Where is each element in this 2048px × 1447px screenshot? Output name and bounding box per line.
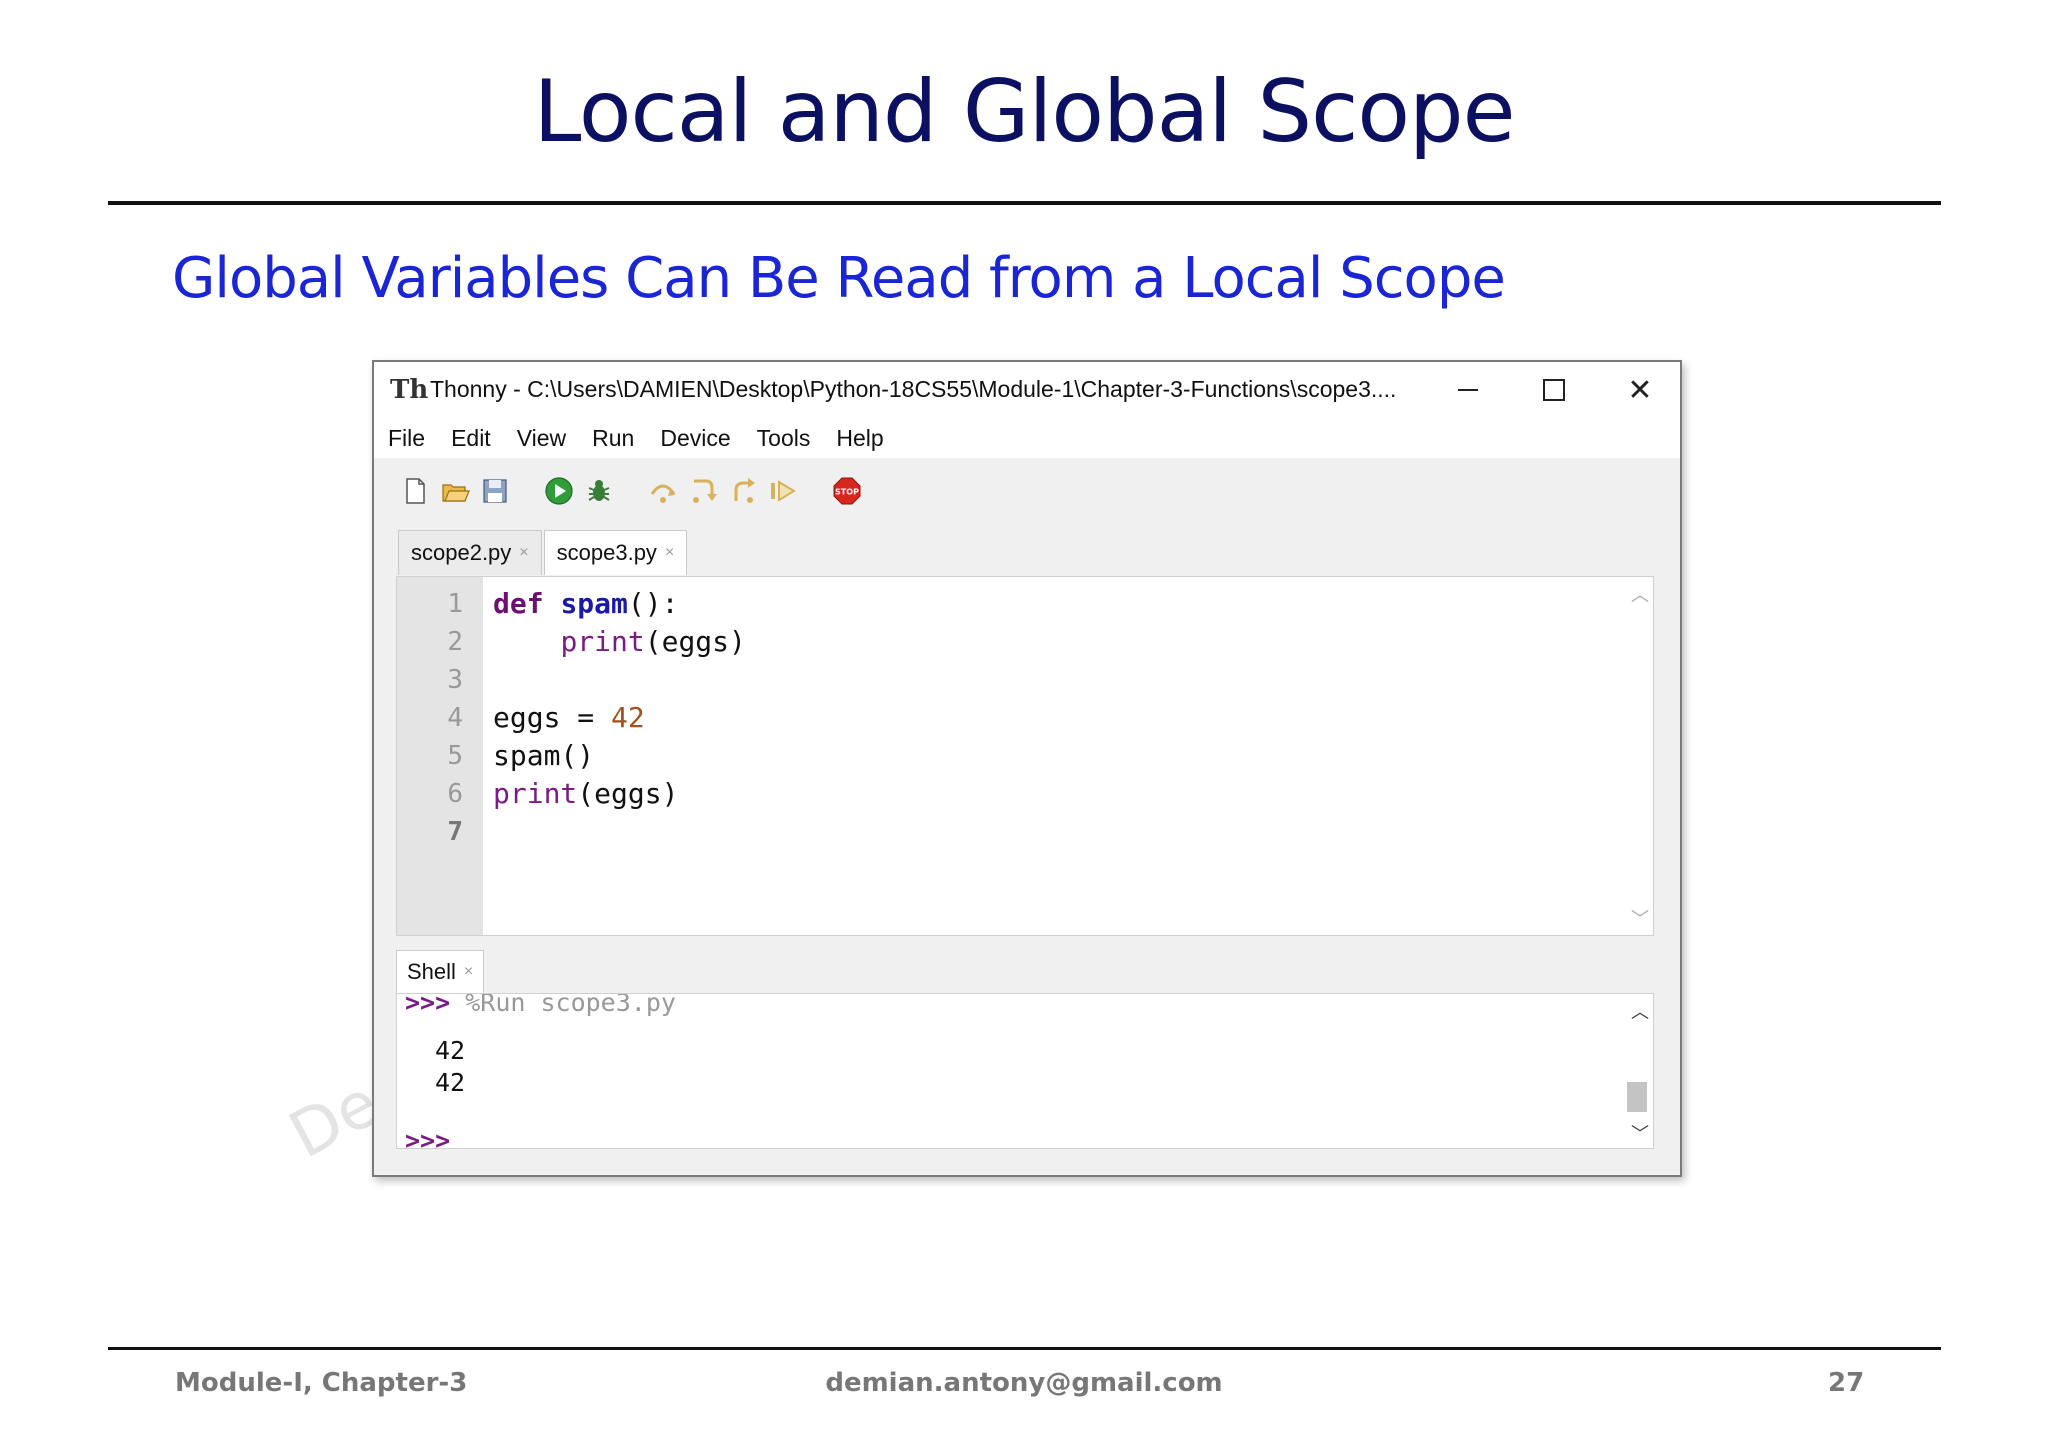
maximize-icon [1543, 379, 1565, 401]
scroll-down-icon[interactable]: ﹀ [1631, 905, 1649, 931]
maximize-button[interactable] [1514, 362, 1594, 418]
footer-email: demian.antony@gmail.com [825, 1368, 1223, 1398]
slide-title: Local and Global Scope [533, 62, 1515, 162]
slide-subtitle: Global Variables Can Be Read from a Loca… [172, 246, 1506, 311]
line-number: 2 [447, 627, 463, 657]
line-number: 5 [447, 741, 463, 771]
scroll-up-icon[interactable]: ︿ [1631, 998, 1649, 1024]
scroll-up-icon[interactable]: ︿ [1631, 581, 1649, 607]
shell-panel[interactable]: >>> %Run scope3.py 42 42 >>> ︿ ﹀ [396, 993, 1654, 1149]
toolbar: STOP [374, 458, 1680, 528]
step-into-icon[interactable] [688, 476, 718, 506]
line-number: 1 [447, 589, 463, 619]
tab-label: scope3.py [556, 540, 657, 565]
line-number: 4 [447, 703, 463, 733]
close-button[interactable]: ✕ [1600, 362, 1680, 418]
title-bar: Th Thonny - C:\Users\DAMIEN\Desktop\Pyth… [374, 362, 1680, 418]
debug-icon[interactable] [584, 476, 614, 506]
tab-scope3[interactable]: scope3.py × [543, 530, 688, 575]
scroll-down-icon[interactable]: ﹀ [1631, 1120, 1649, 1146]
tab-label: scope2.py [411, 540, 512, 565]
editor-tabs: scope2.py × scope3.py × [398, 530, 689, 576]
menu-edit[interactable]: Edit [451, 425, 491, 452]
scroll-thumb[interactable] [1627, 1082, 1647, 1112]
line-number: 6 [447, 779, 463, 809]
shell-prompt: >>> [405, 1126, 451, 1149]
run-icon[interactable] [544, 476, 574, 506]
code-line: eggs = 42 [493, 701, 645, 734]
page-number: 27 [1828, 1368, 1865, 1398]
tab-close-icon[interactable]: × [665, 544, 674, 562]
tab-close-icon[interactable]: × [464, 963, 473, 981]
shell-scrollbar[interactable]: ︿ ﹀ [1623, 994, 1653, 1148]
menu-view[interactable]: View [517, 425, 566, 452]
menu-tools[interactable]: Tools [757, 425, 811, 452]
new-file-icon[interactable] [400, 476, 430, 506]
line-number: 3 [447, 665, 463, 695]
tab-shell[interactable]: Shell × [396, 950, 485, 993]
window-title: Thonny - C:\Users\DAMIEN\Desktop\Python-… [430, 376, 1397, 402]
resume-icon[interactable] [768, 476, 798, 506]
thonny-window: Th Thonny - C:\Users\DAMIEN\Desktop\Pyth… [372, 360, 1682, 1177]
code-line: def spam(): [493, 587, 679, 620]
line-number: 7 [447, 817, 463, 847]
menu-device[interactable]: Device [660, 425, 730, 452]
save-icon[interactable] [480, 476, 510, 506]
menu-bar: File Edit View Run Device Tools Help [374, 418, 1680, 458]
minimize-icon [1458, 389, 1478, 391]
svg-text:STOP: STOP [835, 488, 859, 497]
close-icon: ✕ [1627, 373, 1653, 407]
editor-scrollbar[interactable]: ︿ ﹀ [1631, 577, 1653, 935]
tab-close-icon[interactable]: × [519, 544, 528, 562]
menu-run[interactable]: Run [592, 425, 634, 452]
code-line: print(eggs) [560, 625, 746, 658]
footer-divider [108, 1347, 1941, 1350]
open-file-icon[interactable] [440, 476, 470, 506]
shell-command-line: >>> %Run scope3.py [405, 993, 676, 1017]
code-line: print(eggs) [493, 777, 679, 810]
step-out-icon[interactable] [728, 476, 758, 506]
minimize-button[interactable] [1428, 362, 1508, 418]
shell-output: 42 [435, 1036, 466, 1065]
menu-file[interactable]: File [388, 425, 425, 452]
code-editor[interactable]: 1 2 3 4 5 6 7 def spam(): print(eggs) eg… [396, 576, 1654, 936]
tab-label: Shell [407, 959, 456, 984]
line-number-gutter: 1 2 3 4 5 6 7 [397, 577, 483, 935]
menu-help[interactable]: Help [836, 425, 883, 452]
shell-output: 42 [435, 1068, 466, 1097]
step-over-icon[interactable] [648, 476, 678, 506]
tab-scope2[interactable]: scope2.py × [398, 530, 542, 575]
code-line: spam() [493, 739, 595, 772]
title-divider [108, 201, 1941, 205]
stop-icon[interactable]: STOP [832, 476, 862, 506]
thonny-logo-icon: Th [390, 375, 429, 405]
